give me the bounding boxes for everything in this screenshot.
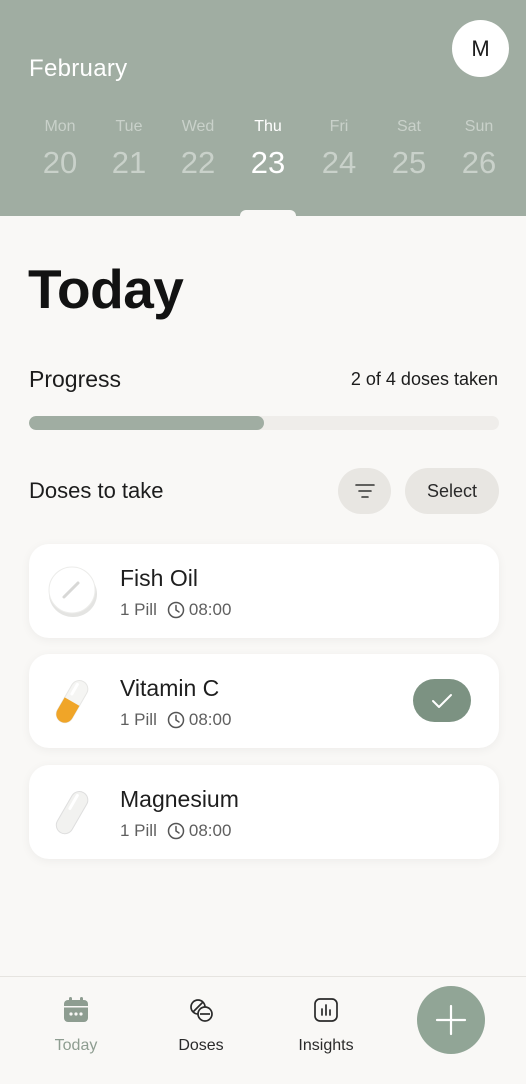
filter-button[interactable]	[338, 468, 391, 514]
day-name: Thu	[254, 118, 282, 135]
day-name: Sat	[396, 118, 421, 135]
page-title: Today	[28, 258, 184, 320]
filter-lines-icon	[354, 484, 375, 498]
day-tue[interactable]: Tue 21	[94, 116, 164, 181]
plus-icon	[435, 1004, 467, 1036]
dose-amount: 1 Pill	[120, 821, 157, 840]
dose-name: Magnesium	[120, 786, 239, 812]
dose-card-vitamin-c[interactable]: Vitamin C 1 Pill 08:00	[29, 654, 499, 748]
dose-name: Fish Oil	[120, 565, 198, 591]
dose-time: 08:00	[188, 710, 232, 729]
taken-check-button[interactable]	[413, 679, 471, 722]
day-number: 23	[250, 145, 286, 180]
avatar[interactable]: M	[452, 20, 509, 77]
day-name: Mon	[44, 118, 76, 135]
dose-card-fish-oil[interactable]: Fish Oil 1 Pill 08:00	[29, 544, 499, 638]
clock-icon	[167, 601, 185, 619]
day-number: 21	[111, 145, 147, 180]
progress-count: 2 of 4 doses taken	[350, 369, 498, 389]
day-number: 26	[461, 145, 497, 180]
day-sun[interactable]: Sun 26	[444, 116, 514, 181]
day-name: Sun	[464, 118, 494, 135]
selected-day-indicator	[240, 210, 296, 222]
pills-icon	[151, 993, 251, 1027]
dose-name: Vitamin C	[120, 675, 220, 701]
dose-meta: 1 Pill 08:00	[120, 600, 231, 620]
month-title: February	[29, 55, 128, 82]
dose-meta: 1 Pill 08:00	[120, 821, 231, 841]
day-name: Tue	[115, 118, 143, 135]
nav-label: Doses	[178, 1037, 224, 1054]
week-day-selector: Mon 20 Tue 21 Wed 22 Thu 23 Fri 24 Sat 2…	[0, 116, 526, 196]
day-mon[interactable]: Mon 20	[25, 116, 95, 181]
day-number: 20	[42, 145, 78, 180]
day-name: Fri	[329, 118, 349, 135]
progress-label: Progress	[29, 366, 122, 392]
dose-amount: 1 Pill	[120, 600, 157, 619]
doses-section-title: Doses to take	[29, 478, 164, 503]
day-thu[interactable]: Thu 23	[233, 116, 303, 181]
dose-meta: 1 Pill 08:00	[120, 710, 231, 730]
clock-icon	[167, 822, 185, 840]
progress-bar-fill	[29, 416, 264, 430]
nav-label: Insights	[298, 1037, 354, 1054]
day-name: Wed	[181, 118, 215, 135]
day-number: 22	[180, 145, 216, 180]
dose-time: 08:00	[188, 600, 232, 619]
day-number: 25	[391, 145, 427, 180]
nav-label: Today	[54, 1037, 98, 1054]
select-button[interactable]: Select	[405, 468, 499, 514]
capsule-orange-icon	[43, 671, 103, 731]
day-wed[interactable]: Wed 22	[163, 116, 233, 181]
nav-today[interactable]: Today	[26, 993, 126, 1055]
dose-card-magnesium[interactable]: Magnesium 1 Pill 08:00	[29, 765, 499, 859]
check-icon	[432, 693, 452, 708]
nav-doses[interactable]: Doses	[151, 993, 251, 1055]
day-fri[interactable]: Fri 24	[304, 116, 374, 181]
header: February M Mon 20 Tue 21 Wed 22 Thu 23 F…	[0, 0, 526, 216]
nav-insights[interactable]: Insights	[276, 993, 376, 1055]
capsule-white-icon	[43, 782, 103, 842]
round-tablet-icon	[43, 561, 103, 621]
dose-time: 08:00	[188, 821, 232, 840]
day-number: 24	[321, 145, 357, 180]
dose-amount: 1 Pill	[120, 710, 157, 729]
clock-icon	[167, 711, 185, 729]
add-dose-button[interactable]	[417, 986, 485, 1054]
bar-chart-icon	[276, 993, 376, 1027]
calendar-icon	[26, 993, 126, 1027]
progress-bar	[29, 416, 499, 430]
day-sat[interactable]: Sat 25	[374, 116, 444, 181]
